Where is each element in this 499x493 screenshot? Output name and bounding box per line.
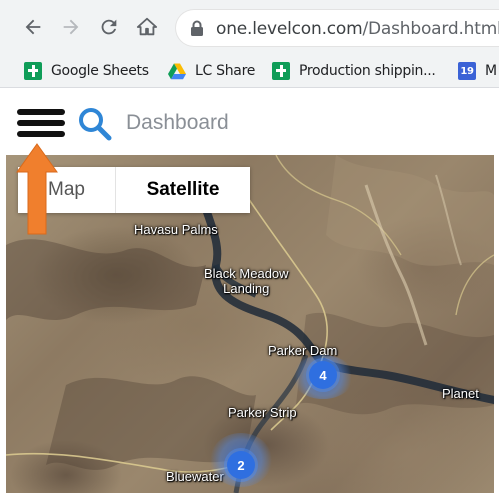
search-icon[interactable] [78,107,112,141]
bookmark-label: LC Share [195,63,256,79]
google-sheets-icon [24,62,42,80]
place-label-havasu-palms: Havasu Palms [134,222,218,237]
url-text: one.levelcon.com/Dashboard.html [216,19,499,39]
bookmark-lc-share[interactable]: LC Share [168,60,255,82]
place-label-line: Landing [223,281,270,296]
satellite-map[interactable]: Map Satellite Havasu Palms Black Meadow … [6,155,494,493]
google-drive-icon [168,63,186,80]
calendar-icon: 19 [458,62,476,80]
forward-arrow-icon[interactable] [58,14,84,40]
url-host: one.levelcon.com [216,19,363,39]
bookmark-production-shipping[interactable]: Production shippin... [272,60,436,82]
back-arrow-icon[interactable] [20,14,46,40]
place-label-black-meadow-landing: Black Meadow Landing [204,266,289,296]
place-label-planet: Planet [442,386,479,401]
address-bar[interactable]: one.levelcon.com/Dashboard.html [175,9,499,47]
page-title: Dashboard [126,111,229,134]
lock-icon[interactable] [190,20,204,36]
google-sheets-icon [272,62,290,80]
bookmark-label: M [485,63,497,79]
home-icon[interactable] [134,14,160,40]
orange-up-arrow [16,143,58,235]
place-label-parker-strip: Parker Strip [228,405,297,420]
bookmark-label: Google Sheets [51,63,149,79]
url-path: /Dashboard.html [362,19,499,39]
bookmark-label: Production shippin... [299,63,436,79]
app-header: Dashboard [0,89,499,155]
bookmark-google-sheets[interactable]: Google Sheets [24,60,149,82]
browser-toolbar: one.levelcon.com/Dashboard.html [0,0,499,54]
map-cluster-marker[interactable]: 2 [227,451,255,479]
reload-icon[interactable] [96,14,122,40]
map-cluster-marker[interactable]: 4 [309,361,337,389]
satellite-view-button[interactable]: Satellite [116,167,250,213]
bookmarks-bar: Google Sheets LC Share Production shippi… [0,54,499,88]
place-label-line: Black Meadow [204,266,289,281]
bookmark-calendar[interactable]: 19 M [458,60,497,82]
hamburger-menu-icon[interactable] [14,105,68,141]
